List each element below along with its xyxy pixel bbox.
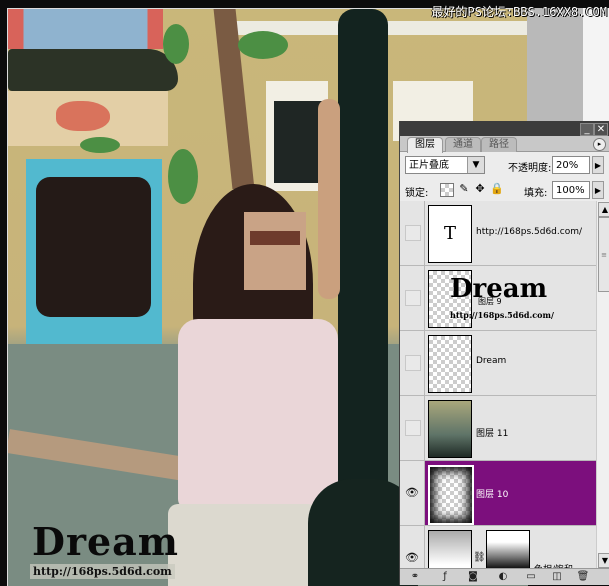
panel-menu-icon[interactable]: ▸ [593,138,606,151]
chevron-down-icon[interactable]: ▼ [467,157,484,173]
leaf [168,149,198,204]
visibility-toggle[interactable] [405,290,421,306]
layers-panel: _ ✕ 图层 通道 路径 ▸ 正片叠底 ▼ 不透明度: 20% ▶ 锁定: ✎ … [399,121,609,585]
layer-style-fx-icon[interactable]: ƒ [438,571,452,583]
model-shorts [168,504,318,586]
layers-scrollbar[interactable]: ▲ ≡ ▼ [596,201,609,569]
photo-layer-thumbnail [428,400,472,458]
model-top [178,319,338,509]
adjustment-layer-icon[interactable]: ◐ [496,571,510,583]
blend-mode-select[interactable]: 正片叠底 ▼ [405,156,485,174]
leaf [238,31,288,59]
mural-blob [56,101,110,131]
close-button[interactable]: ✕ [594,123,608,136]
visibility-cell [400,331,425,395]
scroll-down-icon[interactable]: ▼ [598,553,609,568]
fill-input[interactable]: 100% [552,181,590,199]
layer-thumbnail [428,465,474,525]
face-mosaic [250,231,300,245]
visibility-cell [400,266,425,330]
layer-name[interactable]: http://168ps.5d6d.com/ [476,227,582,237]
thumbnail-preview-title: Dream [450,274,548,304]
visibility-cell: 👁 [400,526,425,569]
lock-transparency-icon[interactable] [440,183,454,197]
watermark-title: Dream [32,519,179,564]
opacity-slider-button[interactable]: ▶ [592,156,604,174]
layer-row[interactable]: Dream [400,331,596,396]
mural-top [8,9,163,49]
trash-icon[interactable]: 🗑 [576,571,590,583]
blend-row: 正片叠底 ▼ 不透明度: 20% ▶ [400,152,609,178]
watermark-url: http://168ps.5d6d.com [30,564,175,579]
panel-titlebar[interactable]: _ ✕ [400,121,609,136]
layer-name[interactable]: 图层 10 [476,487,508,500]
tab-layers[interactable]: 图层 [407,137,443,153]
visibility-cell [400,201,425,265]
new-group-folder-icon[interactable]: ▭ [524,571,538,583]
layer-name[interactable]: 图层 11 [476,426,508,439]
link-icon[interactable]: ⛓ [473,552,486,563]
text-layer-thumbnail: T [428,205,472,263]
layer-row[interactable]: T http://168ps.5d6d.com/ [400,201,596,266]
window-glass [274,101,322,183]
workspace-white [583,8,609,121]
opacity-label: 不透明度: [508,163,552,174]
eye-icon[interactable]: 👁 [405,551,419,564]
visibility-cell [400,396,425,460]
tab-channels[interactable]: 通道 [445,137,481,152]
hedge [8,49,178,91]
lock-position-move-icon[interactable]: ✥ [474,183,486,195]
adjustment-layer-thumbnail [428,530,472,569]
lock-image-brush-icon[interactable]: ✎ [458,183,470,195]
layer-row-selected[interactable]: 👁 图层 10 [400,461,596,526]
minimize-button[interactable]: _ [580,123,594,136]
visibility-toggle[interactable] [405,420,421,436]
layer-mask-thumbnail [486,530,530,569]
scroll-up-icon[interactable]: ▲ [598,202,609,217]
fill-slider-button[interactable]: ▶ [592,181,604,199]
layer-thumbnail [428,335,472,393]
opacity-input[interactable]: 20% [552,156,590,174]
lock-all-icon[interactable]: 🔒 [490,183,504,195]
layer-row[interactable]: 👁 ⛓ 色相/饱和... [400,526,596,569]
workspace-gray [527,8,583,121]
tab-paths[interactable]: 路径 [481,137,517,152]
new-layer-icon[interactable]: ◫ [550,571,564,583]
scrollbar-thumb[interactable]: ≡ [598,217,609,292]
visibility-toggle[interactable] [405,225,421,241]
eye-icon[interactable]: 👁 [405,486,419,499]
panel-footer: ⚭ ƒ ◙ ◐ ▭ ◫ 🗑 [400,568,609,585]
link-layers-icon[interactable]: ⚭ [408,571,422,583]
visibility-cell: 👁 [400,461,425,525]
blend-mode-value: 正片叠底 [409,160,449,171]
lock-label: 锁定: [405,188,429,199]
thumbnail-preview-url: http://168ps.5d6d.com/ [450,310,554,320]
add-mask-icon[interactable]: ◙ [466,571,480,583]
leaf [163,24,189,64]
model-arm [318,99,340,299]
layer-row[interactable]: 图层 11 [400,396,596,461]
layers-list: T http://168ps.5d6d.com/ 图层 9 Dream http… [400,201,596,569]
visibility-toggle[interactable] [405,355,421,371]
lock-row: 锁定: ✎ ✥ 🔒 填充: 100% ▶ [400,178,609,203]
forum-banner: 最好的PS论坛:BBS.16XX8.COM [431,5,607,19]
layer-name[interactable]: Dream [476,356,506,366]
fill-label: 填充: [524,188,548,199]
mural-frame-inner [36,177,151,317]
layer-row[interactable]: 图层 9 Dream http://168ps.5d6d.com/ [400,266,596,331]
leaf [80,137,120,153]
panel-tabs: 图层 通道 路径 ▸ [400,136,609,153]
model-face-pixelated [244,212,306,290]
